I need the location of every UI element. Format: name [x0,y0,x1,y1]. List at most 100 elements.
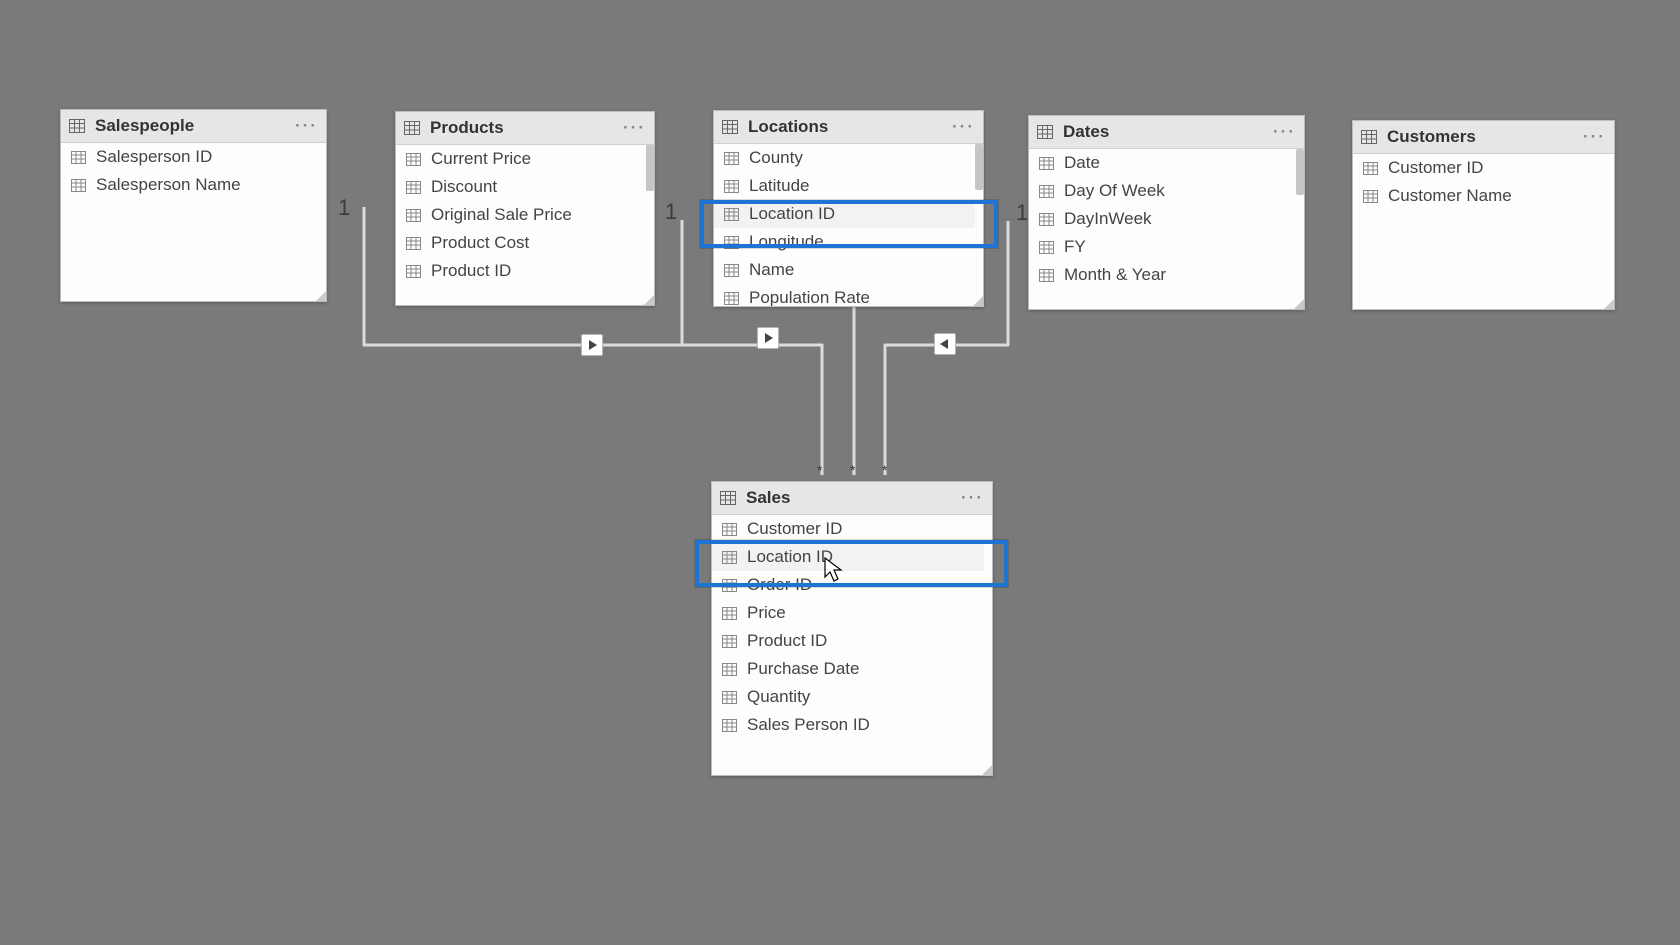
column-icon [724,264,739,277]
table-menu-icon[interactable]: ··· [1583,127,1606,147]
column-icon [406,265,421,278]
table-locations[interactable]: Locations ··· County Latitude Location I… [713,110,984,307]
scrollbar-thumb[interactable] [646,145,654,191]
resize-handle[interactable] [644,295,654,305]
field-row[interactable]: Salesperson Name [61,171,318,199]
field-row[interactable]: Order ID [712,571,984,599]
model-canvas[interactable]: 1 1 1 * * * Salespeople ··· Salesperson … [0,0,1680,945]
table-icon [1037,125,1053,139]
resize-handle[interactable] [973,296,983,306]
column-icon [722,607,737,620]
field-label: Current Price [431,149,531,169]
table-menu-icon[interactable]: ··· [623,118,646,138]
field-row[interactable]: FY [1029,233,1296,261]
field-row[interactable]: Customer Name [1353,182,1606,210]
field-row[interactable]: Quantity [712,683,984,711]
column-icon [71,179,86,192]
resize-handle[interactable] [982,765,992,775]
field-label: Month & Year [1064,265,1166,285]
cardinality-one: 1 [1016,200,1028,226]
field-row[interactable]: Sales Person ID [712,711,984,739]
table-sales[interactable]: Sales ··· Customer ID Location ID Order … [711,481,993,776]
field-row-highlighted[interactable]: Location ID [714,200,975,228]
field-row[interactable]: Customer ID [1353,154,1606,182]
field-row[interactable]: Product Cost [396,229,646,257]
resize-handle[interactable] [316,291,326,301]
field-label: Quantity [747,687,810,707]
field-label: Name [749,260,794,280]
table-header[interactable]: Locations ··· [714,111,983,144]
field-label: Product ID [747,631,827,651]
cardinality-many-icon: * [850,462,855,478]
field-row[interactable]: County [714,144,975,172]
table-menu-icon[interactable]: ··· [1273,122,1296,142]
table-header[interactable]: Customers ··· [1353,121,1614,154]
table-salespeople[interactable]: Salespeople ··· Salesperson ID Salespers… [60,109,327,302]
field-row[interactable]: Discount [396,173,646,201]
field-label: FY [1064,237,1086,257]
field-row[interactable]: Customer ID [712,515,984,543]
column-icon [724,292,739,305]
table-icon [404,121,420,135]
field-row[interactable]: Month & Year [1029,261,1296,289]
field-label: Product ID [431,261,511,281]
field-label: Latitude [749,176,810,196]
field-label: Price [747,603,786,623]
column-icon [722,551,737,564]
table-icon [722,120,738,134]
field-row-highlighted[interactable]: Location ID [712,543,984,571]
table-header[interactable]: Dates ··· [1029,116,1304,149]
field-row[interactable]: Day Of Week [1029,177,1296,205]
table-icon [1361,130,1377,144]
field-label: Order ID [747,575,812,595]
table-menu-icon[interactable]: ··· [295,116,318,136]
table-icon [720,491,736,505]
scrollbar-thumb[interactable] [975,144,983,190]
resize-handle[interactable] [1294,299,1304,309]
table-menu-icon[interactable]: ··· [961,488,984,508]
column-icon [722,579,737,592]
field-row[interactable]: Product ID [396,257,646,285]
table-customers[interactable]: Customers ··· Customer ID Customer Name [1352,120,1615,310]
cardinality-many-icon: * [817,462,822,478]
cardinality-one: 1 [665,199,677,225]
column-icon [724,180,739,193]
field-label: Population Rate [749,288,870,306]
filter-direction-icon [934,333,956,355]
field-row[interactable]: Purchase Date [712,655,984,683]
table-dates[interactable]: Dates ··· Date Day Of Week DayInWeek FY … [1028,115,1305,310]
resize-handle[interactable] [1604,299,1614,309]
field-row[interactable]: Product ID [712,627,984,655]
field-row[interactable]: Date [1029,149,1296,177]
column-icon [1039,269,1054,282]
cardinality-many-icon: * [882,462,887,478]
field-row[interactable]: Population Rate [714,284,975,306]
scrollbar-thumb[interactable] [1296,149,1304,195]
column-icon [1363,162,1378,175]
field-row[interactable]: Salesperson ID [61,143,318,171]
table-title: Products [430,118,623,138]
field-list: Date Day Of Week DayInWeek FY Month & Ye… [1029,149,1304,309]
table-header[interactable]: Sales ··· [712,482,992,515]
field-list: Salesperson ID Salesperson Name [61,143,326,301]
field-row[interactable]: Latitude [714,172,975,200]
field-label: Sales Person ID [747,715,870,735]
field-row[interactable]: Original Sale Price [396,201,646,229]
field-row[interactable]: Longitude [714,228,975,256]
field-row[interactable]: Price [712,599,984,627]
column-icon [724,236,739,249]
table-menu-icon[interactable]: ··· [952,117,975,137]
table-header[interactable]: Products ··· [396,112,654,145]
table-products[interactable]: Products ··· Current Price Discount Orig… [395,111,655,306]
table-title: Dates [1063,122,1273,142]
field-label: County [749,148,803,168]
table-header[interactable]: Salespeople ··· [61,110,326,143]
column-icon [724,208,739,221]
field-row[interactable]: DayInWeek [1029,205,1296,233]
field-label: Customer ID [1388,158,1483,178]
field-row[interactable]: Current Price [396,145,646,173]
field-row[interactable]: Name [714,256,975,284]
column-icon [722,635,737,648]
cardinality-one: 1 [338,195,350,221]
column-icon [722,691,737,704]
